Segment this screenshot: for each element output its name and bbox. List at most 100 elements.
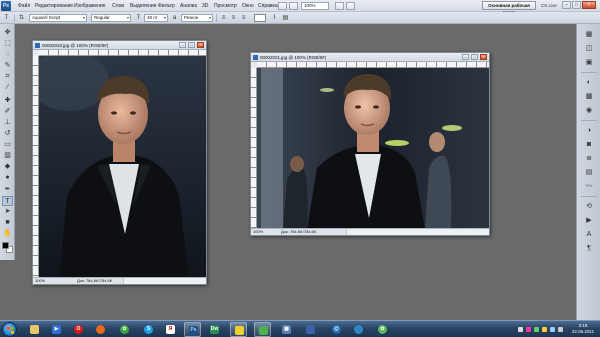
eyedropper-tool-icon[interactable]: ⁄ xyxy=(2,83,13,93)
tray-app-icon[interactable] xyxy=(542,327,547,332)
volume-icon[interactable] xyxy=(558,327,563,332)
screen-mode-icon[interactable] xyxy=(346,2,355,10)
history-brush-tool-icon[interactable]: ↺ xyxy=(2,129,13,139)
color-panel-icon[interactable]: ◐ xyxy=(583,78,595,88)
menu-file[interactable]: Файл xyxy=(18,0,30,12)
launch-bridge-icon[interactable] xyxy=(278,2,287,10)
taskbar-media-player[interactable]: ▶ xyxy=(48,322,65,337)
shape-tool-icon[interactable]: ■ xyxy=(2,218,13,228)
font-size-field[interactable]: 48 пт ▾ xyxy=(144,14,168,22)
taskbar-opera[interactable]: O xyxy=(70,322,87,337)
pen-tool-icon[interactable]: ✒ xyxy=(2,185,13,195)
layers-panel-icon[interactable]: ≣ xyxy=(583,154,595,164)
menu-analysis[interactable]: Анализ xyxy=(180,0,197,12)
font-style-select[interactable]: Regular ▾ xyxy=(91,14,131,22)
close-icon[interactable]: × xyxy=(480,54,487,60)
workspace-switcher-button[interactable]: Основная рабочая среда xyxy=(482,1,536,15)
warp-text-icon[interactable]: ⌇ xyxy=(270,14,279,22)
mini-bridge-panel-icon[interactable]: ▦ xyxy=(583,30,595,40)
masks-panel-icon[interactable]: ◙ xyxy=(583,140,595,150)
type-tool-preset-icon[interactable]: T xyxy=(2,14,11,22)
taskbar-dreamweaver[interactable]: Dw xyxy=(206,322,223,337)
brush-tool-icon[interactable]: ✐ xyxy=(2,107,13,117)
character-panel-icon[interactable]: ▤ xyxy=(281,14,290,22)
healing-brush-tool-icon[interactable]: ✚ xyxy=(2,96,13,106)
character-panel-icon[interactable]: A xyxy=(583,230,595,240)
horizontal-scrollbar[interactable] xyxy=(346,229,489,235)
network-icon[interactable] xyxy=(550,327,555,332)
hand-tool-icon[interactable]: ✋ xyxy=(2,229,13,239)
document-window-1[interactable]: 00002033.jpg @ 100% (RGB/8#) – □ × 100% … xyxy=(32,40,207,285)
move-tool-icon[interactable]: ✥ xyxy=(2,28,13,38)
close-icon[interactable]: × xyxy=(197,42,204,48)
taskbar-icq[interactable]: ✿ xyxy=(374,322,391,337)
horizontal-scrollbar[interactable] xyxy=(123,278,206,284)
styles-panel-icon[interactable]: ◉ xyxy=(583,106,595,116)
align-center-icon[interactable]: ≡ xyxy=(229,14,238,22)
menu-image[interactable]: Изображение xyxy=(74,0,106,12)
menu-layers[interactable]: Слои xyxy=(112,0,124,12)
clone-stamp-tool-icon[interactable]: ⊥ xyxy=(2,118,13,128)
minimize-icon[interactable]: – xyxy=(179,42,186,48)
maximize-icon[interactable]: □ xyxy=(471,54,478,60)
taskbar-app-grid[interactable]: ▦ xyxy=(278,322,295,337)
maximize-icon[interactable]: □ xyxy=(188,42,195,48)
taskbar-yandex[interactable]: Я xyxy=(162,322,179,337)
channels-panel-icon[interactable]: ▤ xyxy=(583,168,595,178)
text-orientation-icon[interactable]: ⇅ xyxy=(17,14,26,22)
taskbar-app-blue[interactable] xyxy=(302,322,319,337)
marquee-tool-icon[interactable]: ⬚ xyxy=(2,39,13,49)
cs-live-button[interactable]: CS Live xyxy=(541,0,557,12)
lasso-tool-icon[interactable]: ◌ xyxy=(2,50,13,60)
arrange-documents-icon[interactable] xyxy=(335,2,344,10)
launch-minibridge-icon[interactable] xyxy=(289,2,298,10)
dodge-tool-icon[interactable]: ● xyxy=(2,173,13,183)
quick-select-tool-icon[interactable]: ✎ xyxy=(2,61,13,71)
align-left-icon[interactable]: ≡ xyxy=(219,14,228,22)
taskbar-skype[interactable]: S xyxy=(140,322,157,337)
tray-app-icon[interactable] xyxy=(526,327,531,332)
maximize-icon[interactable]: □ xyxy=(572,1,581,9)
menu-help[interactable]: Справка xyxy=(258,0,278,12)
swatches-panel-icon[interactable]: ▩ xyxy=(583,92,595,102)
tray-app-icon[interactable] xyxy=(534,327,539,332)
blur-tool-icon[interactable]: ◆ xyxy=(2,162,13,172)
text-color-swatch[interactable] xyxy=(254,14,266,22)
foreground-color-swatch[interactable] xyxy=(2,242,9,249)
paragraph-panel-icon[interactable]: ¶ xyxy=(583,244,595,254)
taskbar-explorer[interactable] xyxy=(26,322,43,337)
navigator-panel-icon[interactable]: ▣ xyxy=(583,58,595,68)
menu-filter[interactable]: Фильтр xyxy=(158,0,175,12)
actions-panel-icon[interactable]: ▶ xyxy=(583,216,595,226)
taskbar-app-globe[interactable] xyxy=(350,322,367,337)
document-canvas-photo[interactable] xyxy=(39,56,206,278)
histogram-panel-icon[interactable]: ◫ xyxy=(583,44,595,54)
taskbar-app-green[interactable] xyxy=(254,322,271,337)
document-title-bar[interactable]: 00002033.jpg @ 100% (RGB/8#) – □ × xyxy=(33,41,206,50)
taskbar-app-yellow[interactable] xyxy=(230,322,247,337)
type-tool-icon[interactable]: T xyxy=(2,196,13,206)
zoom-level-field[interactable]: 100% xyxy=(301,2,329,10)
taskbar-photoshop[interactable]: Ps xyxy=(184,322,201,337)
menu-3d[interactable]: 3D xyxy=(202,0,208,12)
tray-expand-icon[interactable] xyxy=(518,327,523,332)
align-right-icon[interactable]: ≡ xyxy=(239,14,248,22)
history-panel-icon[interactable]: ⟲ xyxy=(583,202,595,212)
taskbar-app-at[interactable]: @ xyxy=(328,322,345,337)
document-zoom[interactable]: 100% xyxy=(35,278,45,284)
minimize-icon[interactable]: – xyxy=(462,54,469,60)
taskbar-qip[interactable]: ✿ xyxy=(116,322,133,337)
document-zoom[interactable]: 100% xyxy=(253,229,263,235)
crop-tool-icon[interactable]: ⌗ xyxy=(2,72,13,82)
path-select-tool-icon[interactable]: ➤ xyxy=(2,207,13,217)
document-canvas-photo[interactable] xyxy=(257,68,489,229)
paths-panel-icon[interactable]: 〰 xyxy=(583,182,595,192)
menu-select[interactable]: Выделение xyxy=(130,0,157,12)
start-button[interactable] xyxy=(2,322,17,337)
photoshop-logo-icon[interactable]: Ps xyxy=(1,1,11,11)
close-icon[interactable]: × xyxy=(582,1,596,9)
gradient-tool-icon[interactable]: ▥ xyxy=(2,151,13,161)
document-window-2[interactable]: 00002021.jpg @ 100% (RGB/8#) – □ × 100% … xyxy=(250,52,490,236)
eraser-tool-icon[interactable]: ▭ xyxy=(2,140,13,150)
document-title-bar[interactable]: 00002021.jpg @ 100% (RGB/8#) – □ × xyxy=(251,53,489,62)
